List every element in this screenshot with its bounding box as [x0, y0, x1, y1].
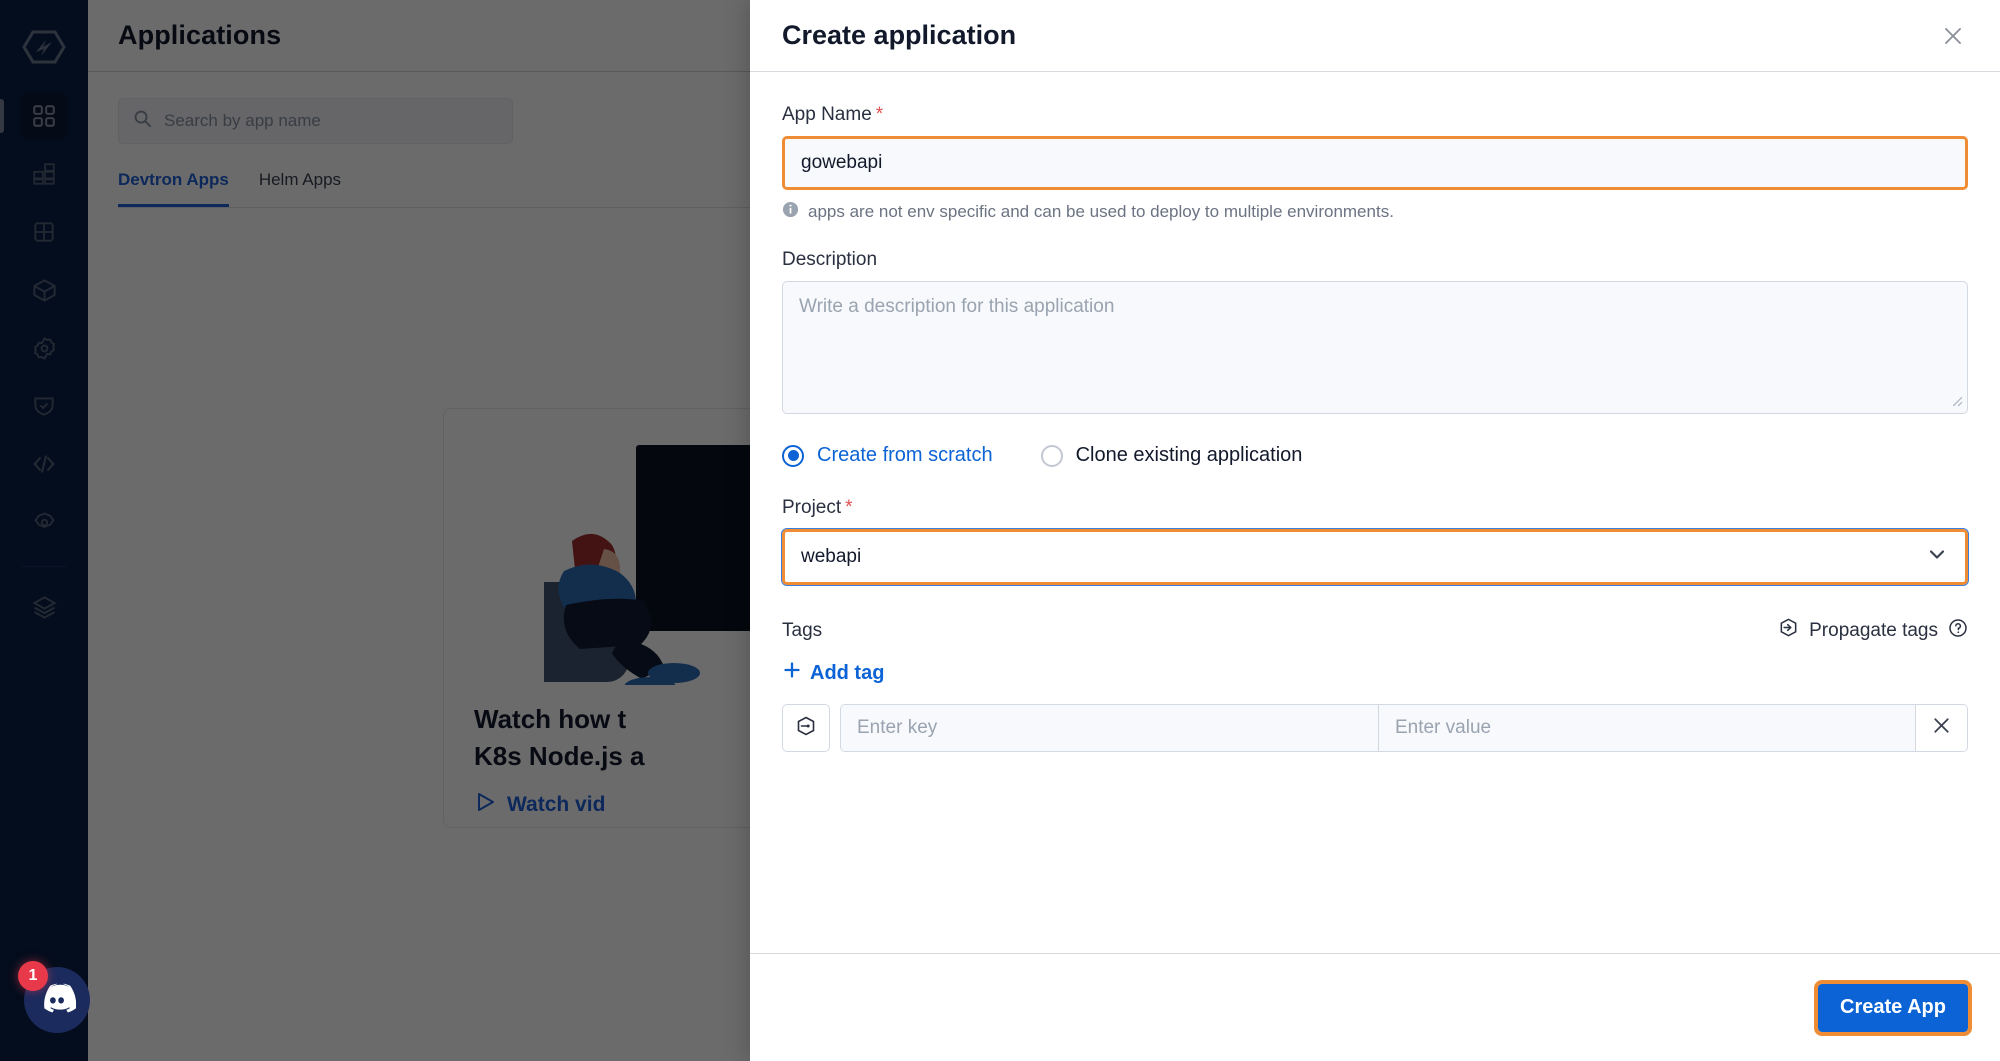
- tags-header: Tags Propagate tags: [782, 617, 1968, 644]
- radio-create-from-scratch-label: Create from scratch: [817, 444, 993, 466]
- screen-root: 1 Applications: [0, 0, 2000, 1061]
- close-icon: [1930, 714, 1953, 742]
- propagate-tags-control[interactable]: Propagate tags: [1778, 617, 1968, 644]
- create-application-modal: Create application App Name * gowebapi a…: [750, 0, 2000, 1061]
- add-tag-label: Add tag: [810, 661, 885, 684]
- modal-footer: Create App: [750, 953, 2000, 1061]
- question-circle-icon[interactable]: [1948, 618, 1968, 644]
- tag-value-placeholder: Enter value: [1394, 717, 1492, 738]
- description-label-text: Description: [782, 249, 878, 270]
- project-selected-value: webapi: [801, 546, 862, 567]
- radio-create-from-scratch[interactable]: Create from scratch: [782, 444, 993, 467]
- discord-widget[interactable]: 1: [18, 961, 90, 1033]
- description-label: Description: [782, 249, 1968, 271]
- radio-dot-unselected: [1040, 444, 1063, 467]
- required-marker: *: [845, 497, 853, 518]
- app-name-label: App Name *: [782, 104, 1968, 126]
- radio-clone-existing-application[interactable]: Clone existing application: [1040, 444, 1303, 467]
- app-name-hint-text: apps are not env specific and can be use…: [808, 202, 1394, 221]
- radio-dot-selected: [782, 444, 804, 467]
- info-icon: [782, 201, 799, 223]
- app-name-hint: apps are not env specific and can be use…: [782, 201, 1968, 223]
- propagate-tags-label: Propagate tags: [1809, 619, 1938, 641]
- tag-propagate-toggle[interactable]: [782, 704, 830, 752]
- app-name-label-text: App Name: [782, 104, 872, 125]
- tag-delete-button[interactable]: [1915, 705, 1967, 751]
- creation-mode-radio-group: Create from scratch Clone existing appli…: [782, 444, 1968, 467]
- chevron-down-icon: [1925, 542, 1949, 572]
- description-placeholder: Write a description for this application: [799, 296, 1115, 317]
- modal-body: App Name * gowebapi apps are not env spe…: [750, 72, 2000, 953]
- tag-key-input[interactable]: Enter key: [841, 705, 1378, 751]
- propagate-tag-icon: [1778, 617, 1799, 644]
- propagate-tag-icon: [795, 715, 817, 742]
- tag-key-placeholder: Enter key: [857, 717, 938, 738]
- discord-icon: [38, 983, 77, 1018]
- add-tag-button[interactable]: Add tag: [782, 660, 884, 686]
- close-icon[interactable]: [1936, 19, 1970, 53]
- radio-clone-existing-label: Clone existing application: [1075, 444, 1303, 466]
- modal-header: Create application: [750, 0, 2000, 72]
- app-name-input[interactable]: gowebapi: [782, 136, 1968, 190]
- description-textarea[interactable]: Write a description for this application: [782, 281, 1968, 414]
- tags-label: Tags: [782, 619, 823, 641]
- project-label: Project *: [782, 497, 1968, 519]
- create-app-button[interactable]: Create App: [1814, 979, 1972, 1036]
- app-name-value: gowebapi: [801, 152, 883, 173]
- discord-unread-badge: 1: [18, 961, 48, 991]
- required-marker: *: [875, 104, 884, 125]
- resize-handle-icon[interactable]: [1950, 394, 1963, 410]
- plus-icon: [782, 660, 802, 686]
- modal-title: Create application: [782, 20, 1017, 50]
- tag-row: Enter key Enter value: [782, 704, 1968, 752]
- project-select[interactable]: webapi: [781, 528, 1969, 586]
- tag-value-input[interactable]: Enter value: [1377, 705, 1915, 751]
- project-label-text: Project: [782, 497, 842, 518]
